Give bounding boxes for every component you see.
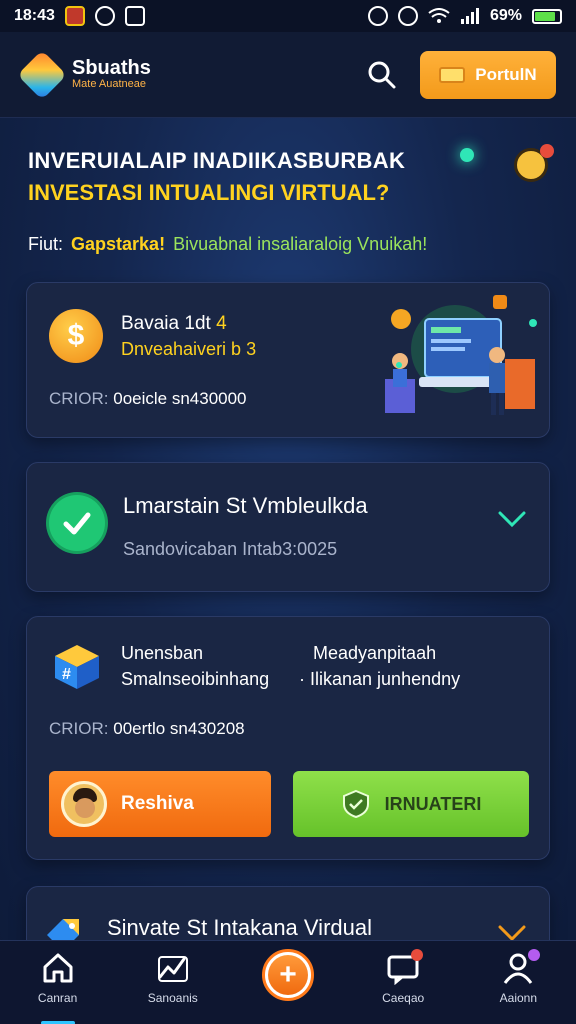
actions-col2-line2: · Ilikanan junhendny [299,669,461,689]
home-icon [43,953,73,983]
nav-label-stats: Sanoanis [147,991,198,1005]
glow-dot-icon [460,148,474,162]
investment-title-highlight: 4 [216,313,227,334]
hero-section: INVERUIALAIP INADIIKASBURBAK INVESTASI I… [28,144,554,255]
hero-subtitle-prefix: Fiut: [28,234,64,254]
actions-col1-line2: Smalnseoibinhang [121,669,270,689]
brand[interactable]: Sbuaths Mate Auatneae [17,49,151,100]
status-card-title: Lmarstain St Vmbleulkda [123,493,368,518]
status-card-subtitle: Sandovicaban Intab3:0025 [123,539,338,559]
avatar [61,781,107,827]
dollar-coin-icon: $ [49,309,103,363]
meta-value: 0oeicle sn430000 [113,389,247,408]
actions-card: # Unensban Smalnseoibinhang Meadyanpitaa… [26,616,550,860]
brand-text: Sbuaths Mate Auatneae [72,58,151,91]
investment-card-meta: CRIOR: 0oeicle sn430000 [49,389,247,409]
brand-tagline: Mate Auatneae [72,78,147,91]
actions-col2-line2-text: Ilikanan junhendny [310,669,461,689]
portal-button[interactable]: PortulN [420,50,556,99]
virtual-card-title: Sinvate St Intakana Virdual [107,915,372,940]
status-time: 18:43 [14,7,55,24]
investment-illustration [385,295,537,415]
hero-subtitle: Fiut: Gapstarka! Bivuabnal insaliaraloig… [28,234,548,255]
shield-icon [342,789,369,819]
secure-action-button[interactable]: IRNUATERI [293,771,529,837]
app-notification-icon [94,6,115,26]
profile-action-label: Reshiva [121,793,194,814]
profile-action-button[interactable]: Reshiva [49,771,271,837]
status-card[interactable]: Lmarstain St Vmbleulkda Sandovicaban Int… [26,462,550,592]
wallet-icon [439,66,466,83]
messages-badge [411,949,424,961]
alarm-icon [367,6,388,26]
account-badge [528,949,541,961]
nav-label-home: Canran [37,991,78,1005]
nav-item-stats[interactable]: Sanoanis [125,951,221,1005]
status-right: 69% [367,6,562,26]
app-header: Sbuaths Mate Auatneae PortulN [0,32,576,118]
nav-item-home[interactable]: Canran [10,951,106,1024]
meta-label: CRIOR: [49,389,109,408]
check-badge-icon [49,495,105,551]
nav-item-messages[interactable]: Caeqao [355,949,451,1005]
search-icon [368,61,396,88]
svg-text:#: # [62,666,71,683]
nav-label-messages: Caeqao [382,991,425,1005]
meta-value: 00ertlo sn430208 [113,719,245,738]
plus-icon: + [267,955,308,995]
checkmark-icon [63,512,91,535]
add-button[interactable]: + [261,949,314,1001]
meta-label: CRIOR: [49,719,109,738]
mute-icon [397,6,418,26]
hero-subtitle-suffix: Bivuabnal insaliaraloig Vnuikah! [173,234,428,254]
status-left: 18:43 [14,6,145,26]
nav-item-add[interactable]: + [240,949,336,1001]
wifi-icon [428,8,450,23]
battery-icon [532,8,562,24]
gmail-icon [64,6,85,26]
hero-title-line2: INVESTASI INTUALINGI VIRTUAL? [28,180,390,205]
investment-card-title: Bavaia 1dt 4 [121,313,227,335]
notification-dot-icon [540,144,554,158]
bottom-nav: Canran Sanoanis + Caeqao Aaionn [0,940,576,1024]
nav-label-account: Aaionn [499,991,538,1005]
chart-icon [157,956,188,982]
secure-action-label: IRNUATERI [384,793,482,814]
search-button[interactable] [362,55,402,95]
portal-button-label: PortulN [475,64,537,84]
status-bar: 18:43 69% [0,0,576,32]
brand-name: Sbuaths [72,57,151,80]
investment-card-subtitle: Dnveahaiveri b 3 [121,339,257,359]
chevron-down-icon[interactable] [497,509,527,529]
hero-subtitle-highlight: Gapstarka! [71,234,166,254]
nav-item-account[interactable]: Aaionn [470,949,566,1005]
download-icon [124,6,145,26]
actions-col1-line1: Unensban [121,643,204,663]
actions-col2-line1: Meadyanpitaah [313,643,437,663]
investment-card[interactable]: $ Bavaia 1dt 4 Dnveahaiveri b 3 CRIOR: 0… [26,282,550,438]
brand-logo-icon [17,49,67,100]
battery-percent: 69% [489,7,522,24]
signal-icon [460,8,479,24]
investment-title-text: Bavaia 1dt [121,313,211,334]
actions-card-meta: CRIOR: 00ertlo sn430208 [49,719,245,739]
cube-icon: # [55,645,99,689]
